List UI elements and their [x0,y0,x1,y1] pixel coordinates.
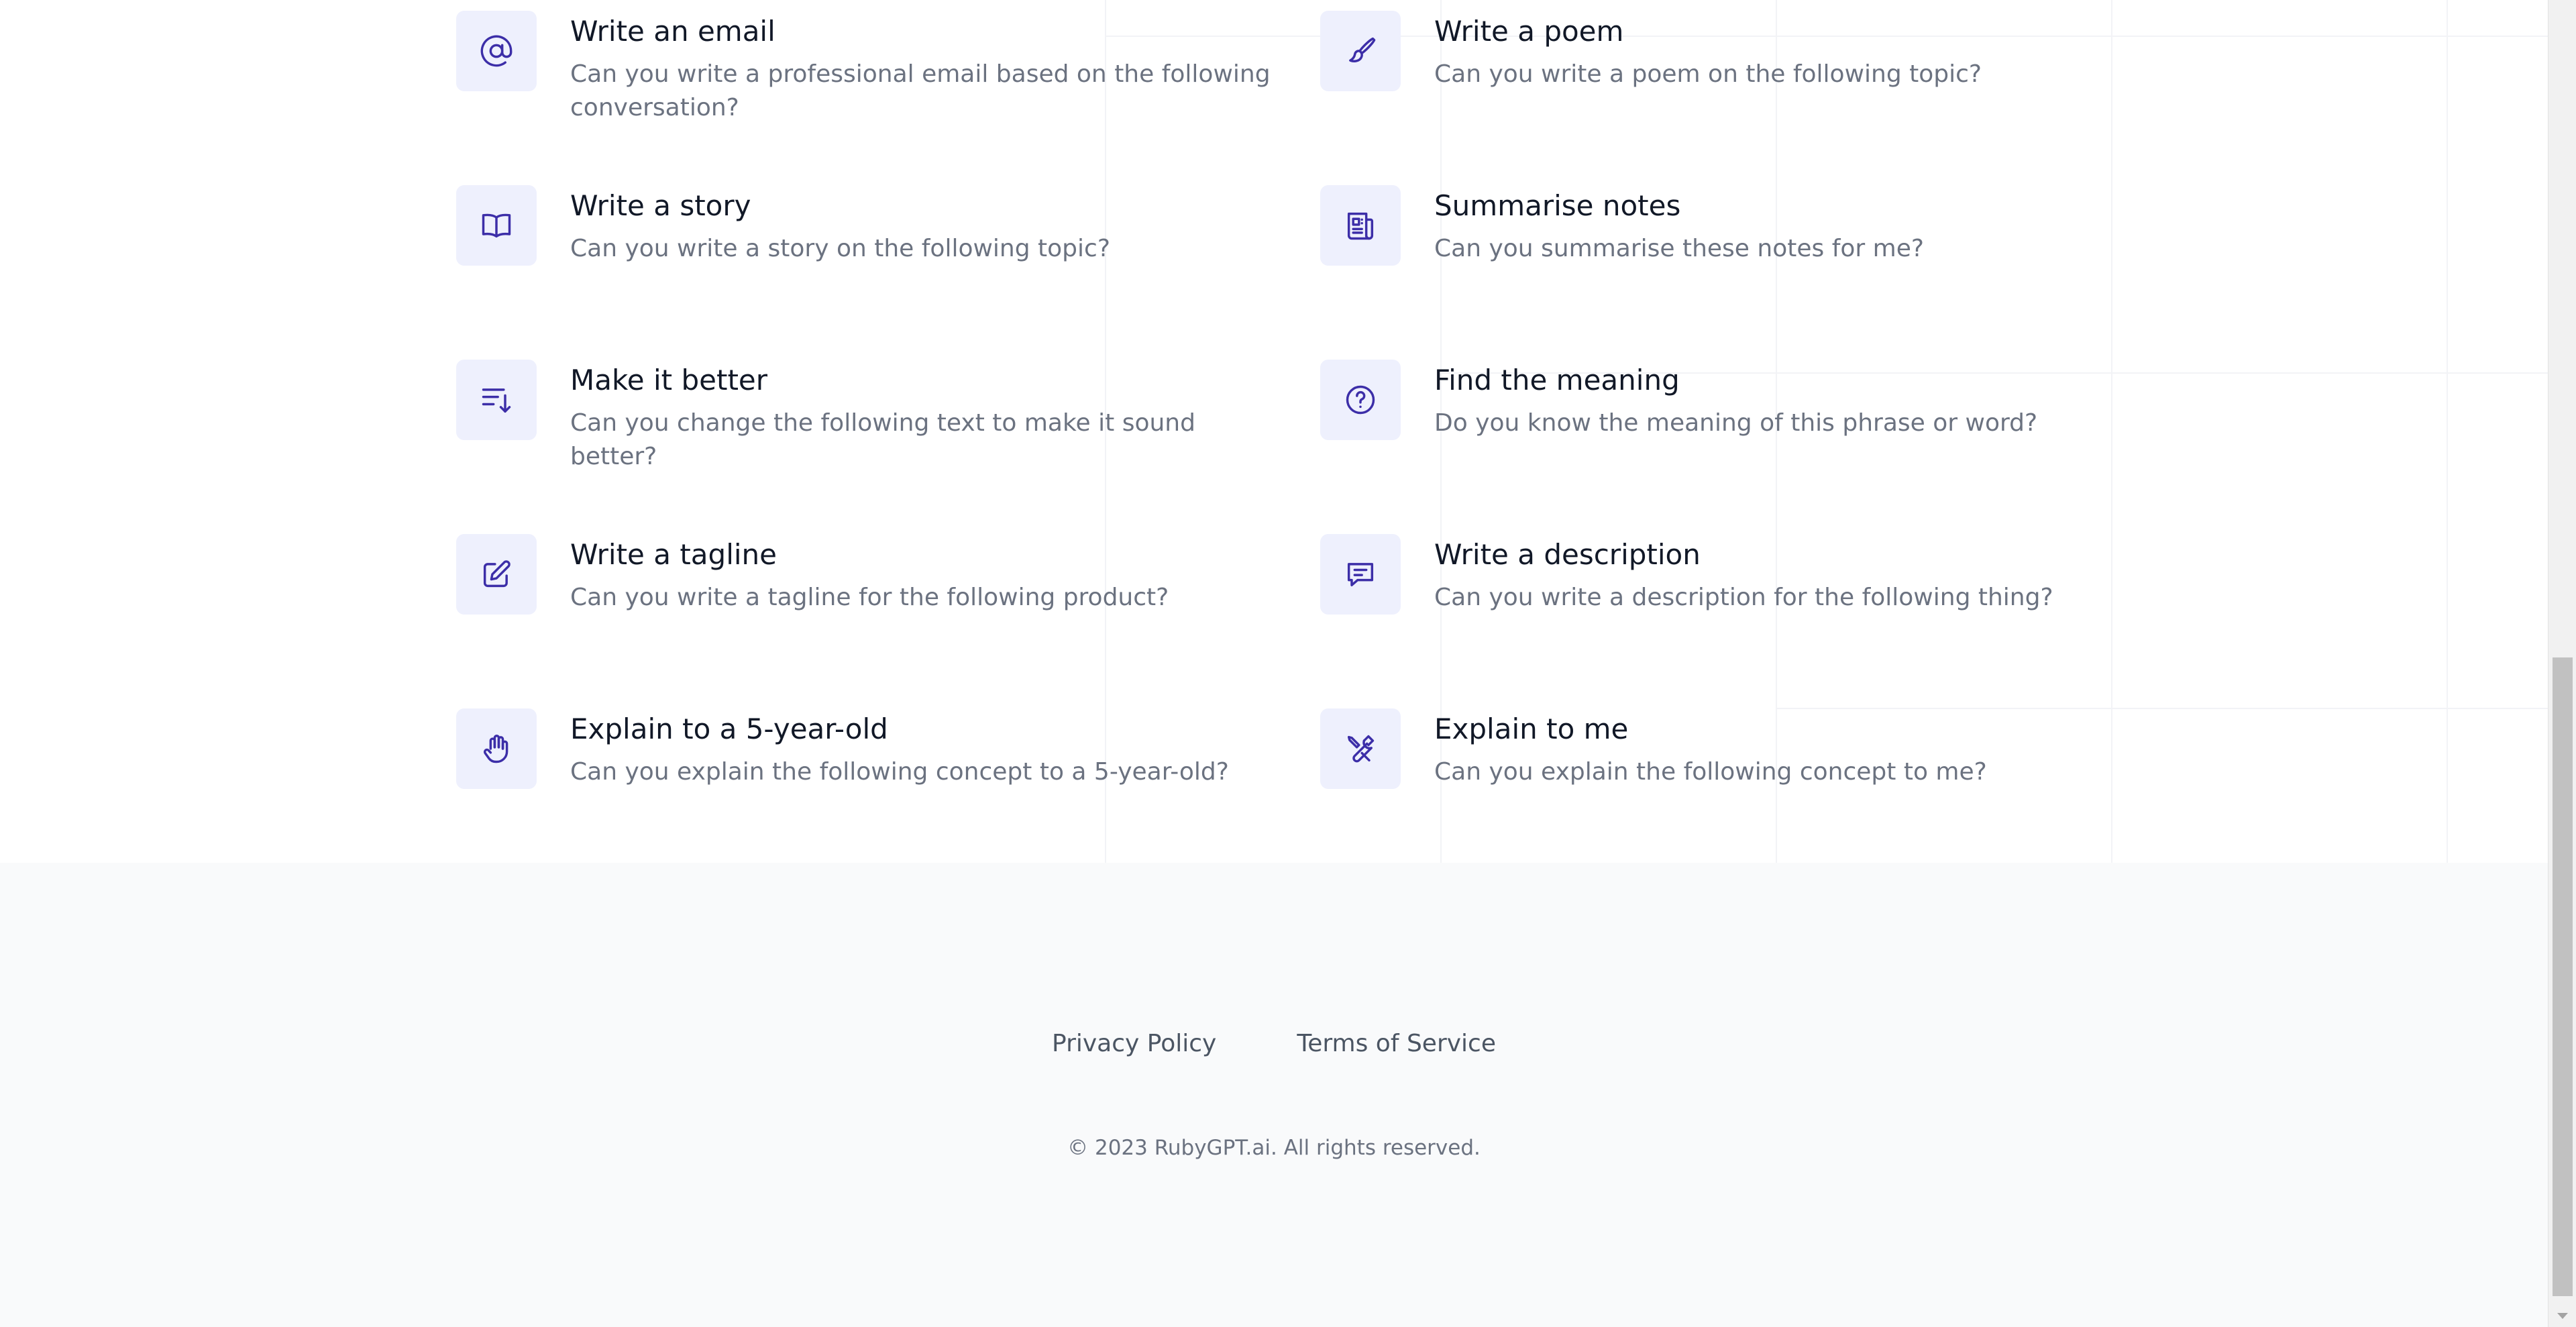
open-book-icon [456,185,537,266]
footer-nav: Privacy Policy Terms of Service [0,1028,2548,1060]
pencil-square-icon [456,534,537,615]
feature-description: Can you write a professional email based… [570,60,1271,121]
newspaper-icon [1320,185,1401,266]
at-sign-icon [456,11,537,91]
hand-icon [456,708,537,789]
footer: Privacy Policy Terms of Service © 2023 R… [0,863,2548,1327]
page: Write an email Can you write a professio… [0,0,2576,1327]
copyright-text: © 2023 RubyGPT.ai. All rights reserved. [1067,1136,1481,1160]
feature-summarise-notes[interactable]: Summarise notes Can you summarise these … [1320,174,2152,309]
feature-title: Write a tagline [570,538,777,571]
scroll-down-arrow-icon[interactable] [2557,1313,2568,1319]
feature-title: Write a description [1434,538,1701,571]
feature-write-tagline[interactable]: Write a tagline Can you write a tagline … [456,523,1288,657]
feature-write-email[interactable]: Write an email Can you write a professio… [456,0,1288,134]
feature-description: Can you write a tagline for the followin… [570,584,1169,611]
feature-description: Can you write a poem on the following to… [1434,60,1982,88]
feature-description: Can you explain the following concept to… [1434,758,1987,786]
feature-title: Explain to me [1434,712,1629,745]
question-circle-icon [1320,360,1401,440]
feature-write-story[interactable]: Write a story Can you write a story on t… [456,174,1288,309]
features-section: Write an email Can you write a professio… [0,0,2548,863]
feature-description: Can you change the following text to mak… [570,409,1195,470]
feature-description: Can you explain the following concept to… [570,758,1229,786]
feature-title: Summarise notes [1434,189,1681,222]
feature-write-poem[interactable]: Write a poem Can you write a poem on the… [1320,0,2152,134]
vertical-scrollbar[interactable] [2548,0,2576,1327]
feature-write-description[interactable]: Write a description Can you write a desc… [1320,523,2152,657]
feature-title: Make it better [570,364,768,396]
feature-description: Do you know the meaning of this phrase o… [1434,409,2038,437]
feature-description: Can you write a story on the following t… [570,235,1110,262]
sort-descending-icon [456,360,537,440]
feature-description: Can you summarise these notes for me? [1434,235,1924,262]
feature-explain-to-me[interactable]: Explain to me Can you explain the follow… [1320,698,2152,832]
feature-title: Find the meaning [1434,364,1680,396]
privacy-policy-link[interactable]: Privacy Policy [1052,1028,1216,1060]
feature-find-meaning[interactable]: Find the meaning Do you know the meaning… [1320,349,2152,483]
feature-make-it-better[interactable]: Make it better Can you change the follow… [456,349,1288,483]
feature-title: Explain to a 5-year-old [570,712,888,745]
feature-explain-5-year-old[interactable]: Explain to a 5-year-old Can you explain … [456,698,1288,832]
feature-title: Write a poem [1434,15,1624,48]
tools-icon [1320,708,1401,789]
feature-title: Write a story [570,189,751,222]
feature-description: Can you write a description for the foll… [1434,584,2053,611]
chat-bubble-icon [1320,534,1401,615]
terms-of-service-link[interactable]: Terms of Service [1297,1028,1496,1060]
scrollbar-thumb[interactable] [2553,657,2573,1296]
feature-title: Write an email [570,15,775,48]
paintbrush-icon [1320,11,1401,91]
